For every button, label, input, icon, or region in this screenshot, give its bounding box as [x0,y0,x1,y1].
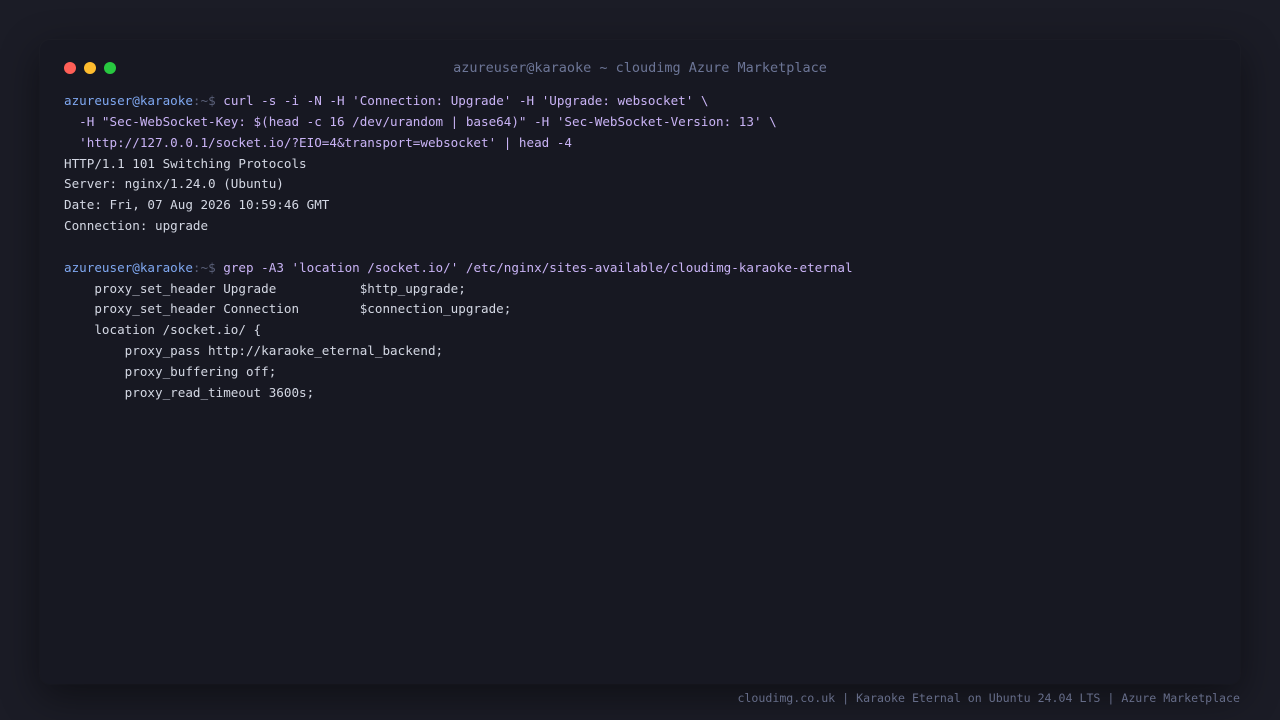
output-line: proxy_pass http://karaoke_eternal_backen… [64,343,444,359]
command-text: curl -s -i -N -H 'Connection: Upgrade' -… [223,93,709,108]
output-line: Date: Fri, 07 Aug 2026 10:59:46 GMT [64,197,330,213]
command-continuation: -H "Sec-WebSocket-Key: $(head -c 16 /dev… [64,113,777,129]
output-line: proxy_set_header Connection $connection_… [64,301,512,317]
command-line: azureuser@karaoke:~$ curl -s -i -N -H 'C… [64,91,1214,112]
prompt-path: :~$ [192,93,224,108]
prompt-user-host: azureuser@karaoke [64,93,193,108]
command-line: azureuser@karaoke:~$ grep -A3 'location … [64,258,1214,279]
output-line: proxy_set_header Upgrade $http_upgrade; [64,280,466,296]
output-line: Server: nginx/1.24.0 (Ubuntu) [64,176,284,192]
prompt-path: :~$ [192,259,224,275]
prompt-user-host: azureuser@karaoke [64,259,193,275]
output-line: proxy_buffering off; [64,363,277,379]
terminal-output[interactable]: azureuser@karaoke:~$ curl -s -i -N -H 'C… [64,91,1214,404]
terminal-window: azureuser@karaoke ~ cloudimg Azure Marke… [40,40,1240,684]
output-line: location /socket.io/ { [64,322,262,338]
output-line: proxy_read_timeout 3600s; [64,384,315,400]
command-text: grep -A3 'location /socket.io/' /etc/ngi… [223,259,853,275]
title-bar: azureuser@karaoke ~ cloudimg Azure Marke… [40,40,1240,96]
output-line: HTTP/1.1 101 Switching Protocols [64,155,307,171]
footer-caption: cloudimg.co.uk | Karaoke Eternal on Ubun… [737,691,1240,705]
output-line: Connection: upgrade [64,218,209,234]
window-title: azureuser@karaoke ~ cloudimg Azure Marke… [453,60,827,76]
command-continuation: 'http://127.0.0.1/socket.io/?EIO=4&trans… [64,134,572,150]
